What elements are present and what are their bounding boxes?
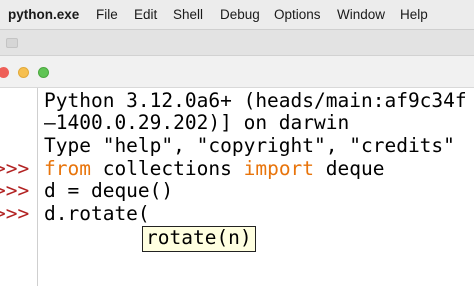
command-line-1: from collections import deque bbox=[44, 158, 385, 180]
command-text: deque bbox=[314, 157, 385, 180]
app-menu[interactable]: python.exe bbox=[8, 6, 79, 24]
command-line-3[interactable]: d.rotate( bbox=[44, 203, 150, 225]
zoom-button[interactable] bbox=[38, 67, 49, 78]
menu-help[interactable]: Help bbox=[400, 6, 428, 24]
banner-line-2: —1400.0.29.202)] on darwin bbox=[44, 111, 350, 134]
gutter-divider bbox=[37, 88, 38, 286]
minimize-button[interactable] bbox=[18, 67, 29, 78]
calltip-popup: rotate(n) bbox=[142, 226, 256, 252]
menu-file[interactable]: File bbox=[96, 6, 118, 24]
prompt-1: >>> bbox=[0, 157, 30, 180]
banner-line-1: Python 3.12.0a6+ (heads/main:af9c34f bbox=[44, 89, 467, 112]
prompt-2: >>> bbox=[0, 179, 30, 202]
command-text: collections bbox=[90, 157, 244, 180]
menu-window[interactable]: Window bbox=[337, 6, 385, 24]
window-handle[interactable] bbox=[6, 38, 18, 48]
menu-shell[interactable]: Shell bbox=[173, 6, 203, 24]
background-window-strip bbox=[0, 30, 474, 56]
prompt-3: >>> bbox=[0, 202, 30, 225]
window-titlebar[interactable] bbox=[0, 56, 474, 88]
menu-bar: python.exe File Edit Shell Debug Options… bbox=[0, 0, 474, 30]
banner-line-3: Type "help", "copyright", "credits" bbox=[44, 134, 455, 157]
menu-options[interactable]: Options bbox=[274, 6, 321, 24]
keyword-import: import bbox=[243, 157, 315, 180]
command-line-2: d = deque() bbox=[44, 179, 174, 202]
menu-debug[interactable]: Debug bbox=[220, 6, 260, 24]
keyword-from: from bbox=[44, 157, 91, 180]
menu-edit[interactable]: Edit bbox=[134, 6, 157, 24]
close-button[interactable] bbox=[0, 67, 9, 78]
